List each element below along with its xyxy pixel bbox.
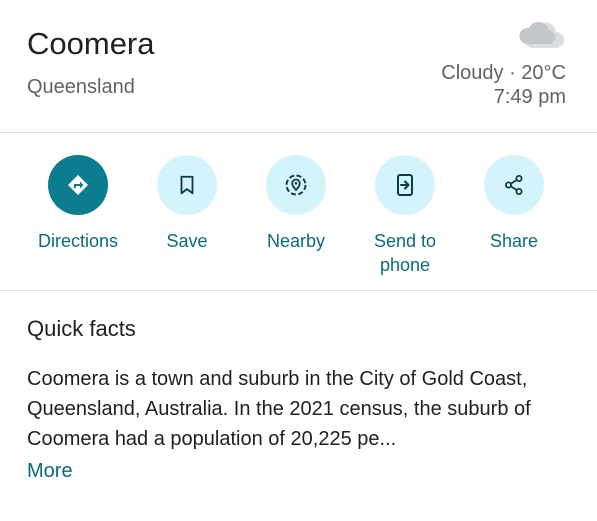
place-header: Coomera Queensland Cloudy · 20°C 7:49 pm bbox=[0, 0, 597, 133]
send-to-phone-icon-circle bbox=[375, 155, 435, 215]
save-icon-circle bbox=[157, 155, 217, 215]
directions-button[interactable]: Directions bbox=[23, 155, 133, 253]
directions-label: Directions bbox=[37, 231, 119, 251]
share-label: Share bbox=[489, 231, 539, 251]
place-title: Coomera bbox=[27, 26, 155, 61]
nearby-icon-circle bbox=[266, 155, 326, 215]
weather-condition: Cloudy · 20°C bbox=[441, 62, 566, 84]
nearby-label: Nearby bbox=[266, 231, 326, 251]
action-bar: Directions Save Nearby Send to phone Sha… bbox=[0, 133, 597, 291]
save-button[interactable]: Save bbox=[132, 155, 242, 253]
weather-time: 7:49 pm bbox=[493, 86, 566, 108]
send-to-phone-icon bbox=[397, 174, 413, 196]
quick-facts-body: Coomera is a town and suburb in the City… bbox=[27, 368, 531, 450]
bookmark-icon bbox=[180, 175, 194, 195]
share-button[interactable]: Share bbox=[459, 155, 569, 253]
more-link[interactable]: More bbox=[27, 456, 567, 486]
share-icon-circle bbox=[484, 155, 544, 215]
nearby-icon bbox=[285, 174, 307, 196]
place-region: Queensland bbox=[27, 76, 135, 98]
directions-icon-circle bbox=[48, 155, 108, 215]
share-icon bbox=[505, 175, 523, 195]
send-to-phone-label: Send to phone bbox=[373, 231, 437, 275]
place-panel: Coomera Queensland Cloudy · 20°C 7:49 pm… bbox=[0, 0, 597, 521]
quick-facts-section: Quick facts Coomera is a town and suburb… bbox=[27, 291, 567, 486]
weather-info: Cloudy · 20°C 7:49 pm bbox=[441, 61, 566, 109]
save-label: Save bbox=[166, 231, 208, 251]
directions-icon bbox=[68, 175, 88, 195]
quick-facts-title: Quick facts bbox=[27, 316, 136, 341]
nearby-button[interactable]: Nearby bbox=[241, 155, 351, 253]
send-to-phone-button[interactable]: Send to phone bbox=[350, 155, 460, 277]
cloud-icon bbox=[519, 21, 564, 48]
